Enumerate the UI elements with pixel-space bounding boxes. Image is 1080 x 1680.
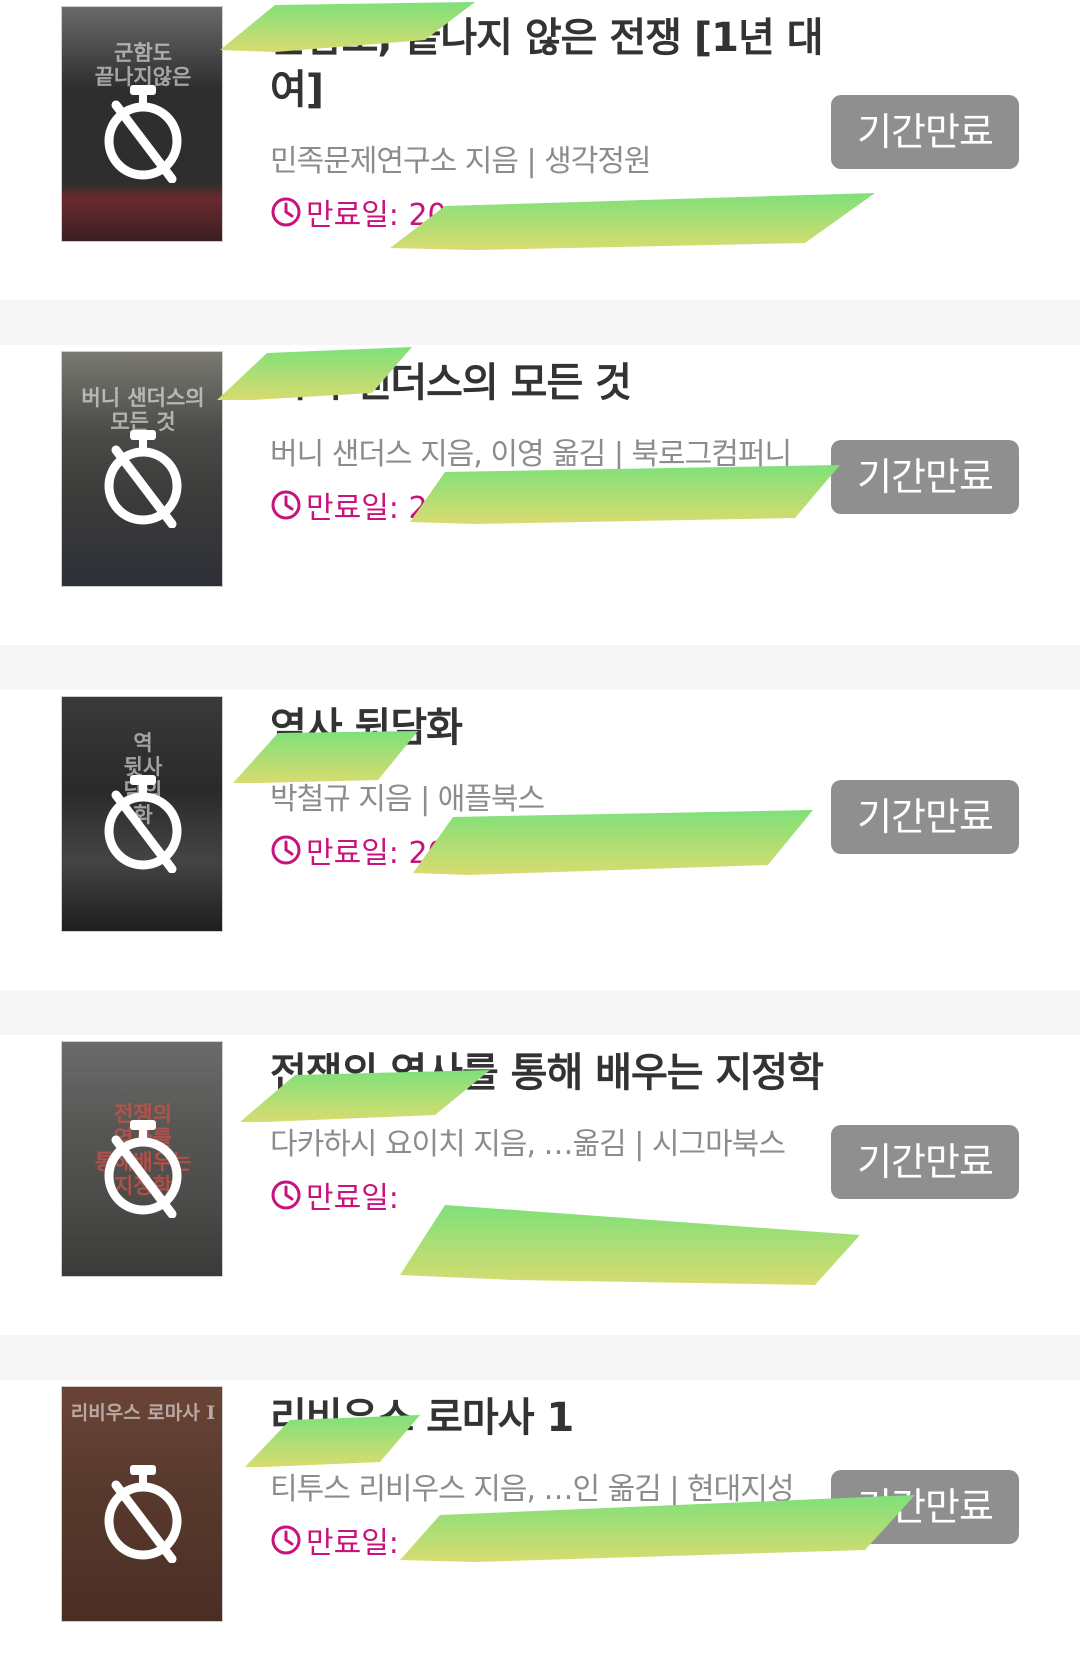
expire-label: 만료일: 20: [306, 198, 447, 233]
book-item[interactable]: 군함도 끝나지않은 군함도, 끝나지 않은 전쟁 [1년 대여] 민족문제연구소 …: [0, 0, 1080, 300]
expire-date: 만료일:: [270, 1173, 830, 1217]
book-item[interactable]: 리비우스 로마사 I 리비우스 로마사 1 티투스 리비우스 지음, …인 옮김…: [0, 1380, 1080, 1680]
expired-timer-icon: [104, 430, 182, 528]
book-cover[interactable]: 전쟁의역사를통해배우는지정학: [61, 1041, 223, 1277]
book-author-publisher: 버니 샌더스 지음, 이영 옮김 | 북로그컴퍼니: [270, 437, 792, 472]
book-author-publisher: 티투스 리비우스 지음, …인 옮김 | 현대지성: [270, 1472, 794, 1507]
expired-status-button[interactable]: 기간만료: [831, 1470, 1019, 1544]
expired-status-button[interactable]: 기간만료: [831, 95, 1019, 169]
expired-status-button[interactable]: 기간만료: [831, 1125, 1019, 1199]
clock-icon: [271, 197, 301, 227]
clock-icon: [271, 835, 301, 865]
separator: [0, 300, 1080, 345]
expire-date: 만료일: 20: [270, 828, 830, 872]
clock-icon: [271, 1525, 301, 1555]
book-title[interactable]: 리비우스 로마사 1: [270, 1392, 830, 1444]
expire-date: 만료일: 20: [270, 483, 830, 527]
clock-icon: [271, 1180, 301, 1210]
book-title[interactable]: 버니 샌더스의 모든 것: [270, 357, 830, 409]
separator: [0, 990, 1080, 1035]
expire-label: 만료일: 20: [306, 836, 447, 871]
expired-timer-icon: [104, 1120, 182, 1218]
expire-date: 만료일:: [270, 1518, 830, 1562]
expire-label: 만료일:: [306, 1181, 399, 1216]
expired-timer-icon: [104, 85, 182, 183]
book-cover[interactable]: 버니 샌더스의 모든 것: [61, 351, 223, 587]
book-item[interactable]: 버니 샌더스의 모든 것 버니 샌더스의 모든 것 버니 샌더스 지음, 이영 옮…: [0, 345, 1080, 645]
book-cover[interactable]: 역뒷사담의화: [61, 696, 223, 932]
clock-icon: [271, 490, 301, 520]
expire-label: 만료일: 20: [306, 491, 447, 526]
book-title[interactable]: 역사 뒷담화: [270, 702, 830, 754]
expire-label: 만료일:: [306, 1526, 399, 1561]
expired-timer-icon: [104, 1465, 182, 1563]
book-title[interactable]: 군함도, 끝나지 않은 전쟁 [1년 대여]: [270, 12, 830, 116]
expired-status-button[interactable]: 기간만료: [831, 440, 1019, 514]
book-author-publisher: 박철규 지음 | 애플북스: [270, 782, 545, 817]
book-cover[interactable]: 군함도 끝나지않은: [61, 6, 223, 242]
book-cover[interactable]: 리비우스 로마사 I: [61, 1386, 223, 1622]
book-author-publisher: 민족문제연구소 지음 | 생각정원: [270, 144, 652, 179]
book-item[interactable]: 전쟁의역사를통해배우는지정학 전쟁의 역사를 통해 배우는 지정학 다카하시 요…: [0, 1035, 1080, 1335]
expired-timer-icon: [104, 775, 182, 873]
cover-title: 리비우스 로마사 I: [70, 1402, 216, 1424]
expired-status-button[interactable]: 기간만료: [831, 780, 1019, 854]
book-author-publisher: 다카하시 요이치 지음, …옮김 | 시그마북스: [270, 1127, 786, 1162]
expire-date: 만료일: 20: [270, 190, 830, 234]
book-item[interactable]: 역뒷사담의화 역사 뒷담화 박철규 지음 | 애플북스 만료일: 20 기간만료: [0, 690, 1080, 990]
separator: [0, 645, 1080, 690]
book-title[interactable]: 전쟁의 역사를 통해 배우는 지정학: [270, 1047, 830, 1099]
expired-book-list: 군함도 끝나지않은 군함도, 끝나지 않은 전쟁 [1년 대여] 민족문제연구소 …: [0, 0, 1080, 1680]
separator: [0, 1335, 1080, 1380]
